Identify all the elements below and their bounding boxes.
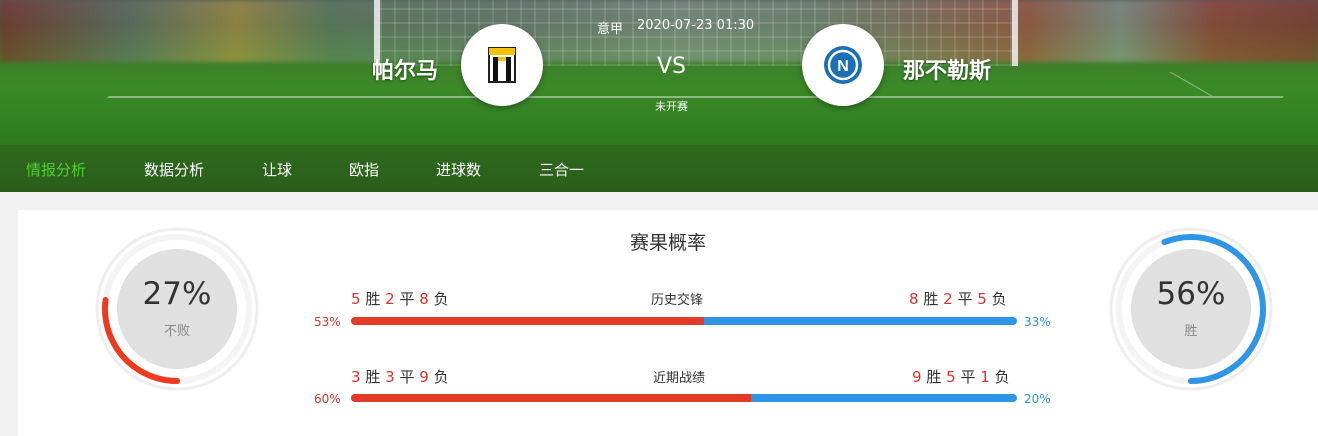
napoli-crest-icon: N: [824, 46, 862, 84]
league-name: 意甲: [597, 22, 624, 37]
away-recent-record: 9 胜 5 平 1 负: [912, 368, 1010, 386]
home-recent-record: 3 胜 3 平 9 负: [351, 368, 449, 386]
tab-euro-odds[interactable]: 欧指: [349, 159, 379, 180]
svg-text:N: N: [837, 58, 849, 75]
h2h-home-fill: [351, 317, 704, 325]
h2h-bar: [351, 317, 1017, 325]
home-gauge-value: 27%: [142, 276, 212, 312]
home-probability-gauge: 27% 不败: [94, 226, 260, 392]
recent-label: 近期战绩: [653, 371, 706, 386]
away-recent-pct: 20%: [1024, 392, 1051, 406]
away-team-logo[interactable]: N: [802, 24, 884, 106]
result-probability-panel: 赛果概率 27% 不败 56% 胜 5 胜 2 平 8 负 历史交锋 8 胜 2…: [18, 210, 1318, 436]
away-gauge-label: 胜: [1184, 324, 1198, 339]
match-status: 未开赛: [655, 100, 688, 113]
vs-label: VS: [657, 54, 687, 79]
away-team-name[interactable]: 那不勒斯: [903, 53, 991, 85]
recent-bar: [351, 394, 1017, 402]
pitch-line: [107, 72, 1304, 98]
tab-data-analysis[interactable]: 数据分析: [144, 159, 204, 180]
parma-crest-icon: [488, 47, 516, 83]
away-gauge-value: 56%: [1156, 276, 1226, 312]
away-h2h-pct: 33%: [1024, 315, 1051, 329]
home-gauge-label: 不败: [163, 324, 190, 339]
match-header: 帕尔马 意甲 2020-07-23 01:30 VS 未开赛 N 那不勒斯: [0, 0, 1318, 145]
tab-handicap[interactable]: 让球: [262, 159, 292, 180]
home-team-name[interactable]: 帕尔马: [372, 53, 438, 85]
home-recent-pct: 60%: [314, 392, 341, 406]
away-probability-gauge: 56% 胜: [1108, 226, 1274, 392]
recent-home-fill: [351, 394, 751, 402]
away-h2h-record: 8 胜 2 平 5 负: [909, 290, 1007, 308]
match-datetime: 2020-07-23 01:30: [637, 18, 755, 33]
tab-three-in-one[interactable]: 三合一: [539, 159, 584, 180]
home-h2h-record: 5 胜 2 平 8 负: [351, 290, 449, 308]
h2h-label: 历史交锋: [651, 293, 704, 308]
tab-total-goals[interactable]: 进球数: [436, 159, 481, 180]
home-h2h-pct: 53%: [314, 315, 341, 329]
home-team-logo[interactable]: [461, 24, 543, 106]
tab-intel-analysis[interactable]: 情报分析: [26, 159, 86, 180]
analysis-tabs: 情报分析 数据分析 让球 欧指 进球数 三合一: [0, 145, 1318, 192]
